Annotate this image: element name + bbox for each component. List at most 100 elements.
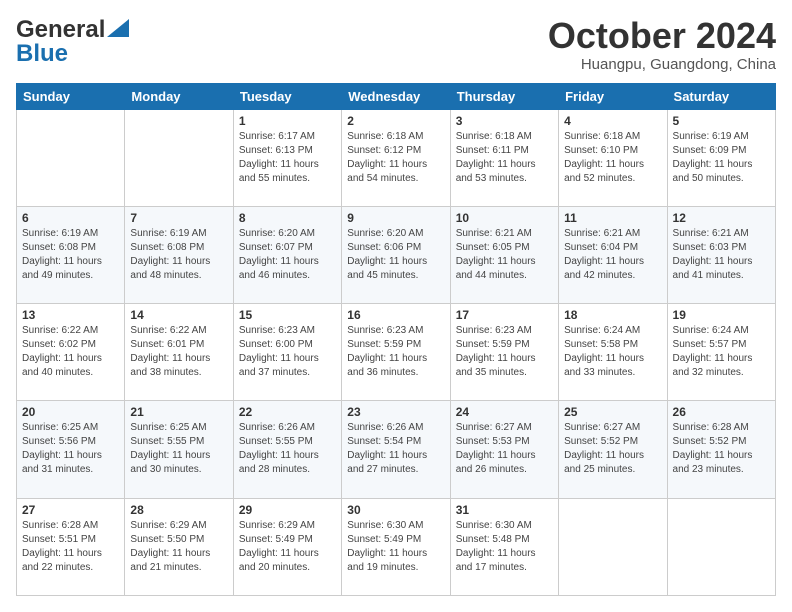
day-info: Sunrise: 6:21 AMSunset: 6:05 PMDaylight:…: [456, 227, 553, 283]
month-title: October 2024: [548, 16, 776, 56]
calendar-cell: 26 Sunrise: 6:28 AMSunset: 5:52 PMDayligh…: [667, 401, 775, 498]
calendar-cell: 27 Sunrise: 6:28 AMSunset: 5:51 PMDayligh…: [17, 498, 125, 595]
calendar-cell: 6 Sunrise: 6:19 AMSunset: 6:08 PMDaylight…: [17, 206, 125, 303]
calendar-cell: 22Sunrise: 6:26 AMSunset: 5:55 PMDayligh…: [233, 401, 341, 498]
day-number: 3: [456, 114, 553, 128]
day-header-tuesday: Tuesday: [233, 83, 341, 109]
day-number: 19: [673, 308, 770, 322]
day-number: 10: [456, 211, 553, 225]
day-info: Sunrise: 6:18 AMSunset: 6:12 PMDaylight:…: [347, 130, 444, 186]
day-header-friday: Friday: [559, 83, 667, 109]
calendar-week-2: 6 Sunrise: 6:19 AMSunset: 6:08 PMDaylight…: [17, 206, 776, 303]
calendar-cell: 15 Sunrise: 6:23 AMSunset: 6:00 PMDayligh…: [233, 304, 341, 401]
day-info: Sunrise: 6:18 AMSunset: 6:11 PMDaylight:…: [456, 130, 553, 186]
calendar-week-1: 1 Sunrise: 6:17 AMSunset: 6:13 PMDaylight…: [17, 109, 776, 206]
calendar-cell: [17, 109, 125, 206]
calendar-cell: 4Sunrise: 6:18 AMSunset: 6:10 PMDaylight…: [559, 109, 667, 206]
day-info: Sunrise: 6:22 AMSunset: 6:01 PMDaylight:…: [130, 324, 227, 380]
day-info: Sunrise: 6:22 AMSunset: 6:02 PMDaylight:…: [22, 324, 119, 380]
day-info: Sunrise: 6:19 AMSunset: 6:08 PMDaylight:…: [22, 227, 119, 283]
calendar-cell: 17Sunrise: 6:23 AMSunset: 5:59 PMDayligh…: [450, 304, 558, 401]
day-number: 2: [347, 114, 444, 128]
day-info: Sunrise: 6:20 AMSunset: 6:07 PMDaylight:…: [239, 227, 336, 283]
calendar-cell: 2 Sunrise: 6:18 AMSunset: 6:12 PMDaylight…: [342, 109, 450, 206]
day-info: Sunrise: 6:25 AMSunset: 5:55 PMDaylight:…: [130, 421, 227, 477]
day-info: Sunrise: 6:17 AMSunset: 6:13 PMDaylight:…: [239, 130, 336, 186]
day-info: Sunrise: 6:19 AMSunset: 6:08 PMDaylight:…: [130, 227, 227, 283]
calendar-cell: [559, 498, 667, 595]
day-number: 20: [22, 405, 119, 419]
calendar-cell: 7Sunrise: 6:19 AMSunset: 6:08 PMDaylight…: [125, 206, 233, 303]
day-info: Sunrise: 6:27 AMSunset: 5:53 PMDaylight:…: [456, 421, 553, 477]
day-header-saturday: Saturday: [667, 83, 775, 109]
calendar-cell: 21 Sunrise: 6:25 AMSunset: 5:55 PMDayligh…: [125, 401, 233, 498]
calendar-cell: 23 Sunrise: 6:26 AMSunset: 5:54 PMDayligh…: [342, 401, 450, 498]
day-number: 18: [564, 308, 661, 322]
calendar-cell: 29 Sunrise: 6:29 AMSunset: 5:49 PMDayligh…: [233, 498, 341, 595]
day-info: Sunrise: 6:28 AMSunset: 5:51 PMDaylight:…: [22, 519, 119, 575]
day-header-thursday: Thursday: [450, 83, 558, 109]
logo-text-blue: Blue: [16, 40, 68, 68]
calendar-table: SundayMondayTuesdayWednesdayThursdayFrid…: [16, 83, 776, 596]
calendar-cell: 12 Sunrise: 6:21 AMSunset: 6:03 PMDayligh…: [667, 206, 775, 303]
calendar-cell: 11 Sunrise: 6:21 AMSunset: 6:04 PMDayligh…: [559, 206, 667, 303]
calendar-cell: [667, 498, 775, 595]
day-number: 12: [673, 211, 770, 225]
day-number: 29: [239, 503, 336, 517]
day-number: 23: [347, 405, 444, 419]
calendar-cell: 25 Sunrise: 6:27 AMSunset: 5:52 PMDayligh…: [559, 401, 667, 498]
day-number: 11: [564, 211, 661, 225]
day-number: 9: [347, 211, 444, 225]
day-info: Sunrise: 6:28 AMSunset: 5:52 PMDaylight:…: [673, 421, 770, 477]
calendar-week-4: 20 Sunrise: 6:25 AMSunset: 5:56 PMDayligh…: [17, 401, 776, 498]
day-number: 25: [564, 405, 661, 419]
day-info: Sunrise: 6:26 AMSunset: 5:54 PMDaylight:…: [347, 421, 444, 477]
day-info: Sunrise: 6:30 AMSunset: 5:49 PMDaylight:…: [347, 519, 444, 575]
day-number: 1: [239, 114, 336, 128]
page: General Blue October 2024 Huangpu, Guang…: [0, 0, 792, 612]
day-number: 31: [456, 503, 553, 517]
calendar-cell: 10 Sunrise: 6:21 AMSunset: 6:05 PMDayligh…: [450, 206, 558, 303]
title-section: October 2024 Huangpu, Guangdong, China: [548, 16, 776, 73]
day-number: 13: [22, 308, 119, 322]
logo: General Blue: [16, 16, 129, 68]
calendar-week-5: 27 Sunrise: 6:28 AMSunset: 5:51 PMDayligh…: [17, 498, 776, 595]
calendar-cell: 16 Sunrise: 6:23 AMSunset: 5:59 PMDayligh…: [342, 304, 450, 401]
calendar-cell: 31 Sunrise: 6:30 AMSunset: 5:48 PMDayligh…: [450, 498, 558, 595]
day-number: 27: [22, 503, 119, 517]
calendar-cell: 14Sunrise: 6:22 AMSunset: 6:01 PMDayligh…: [125, 304, 233, 401]
calendar-cell: 30Sunrise: 6:30 AMSunset: 5:49 PMDayligh…: [342, 498, 450, 595]
calendar-cell: 20 Sunrise: 6:25 AMSunset: 5:56 PMDayligh…: [17, 401, 125, 498]
day-number: 5: [673, 114, 770, 128]
calendar-cell: 24Sunrise: 6:27 AMSunset: 5:53 PMDayligh…: [450, 401, 558, 498]
day-info: Sunrise: 6:24 AMSunset: 5:58 PMDaylight:…: [564, 324, 661, 380]
day-number: 6: [22, 211, 119, 225]
day-info: Sunrise: 6:25 AMSunset: 5:56 PMDaylight:…: [22, 421, 119, 477]
calendar-cell: 8 Sunrise: 6:20 AMSunset: 6:07 PMDaylight…: [233, 206, 341, 303]
calendar-cell: 9Sunrise: 6:20 AMSunset: 6:06 PMDaylight…: [342, 206, 450, 303]
day-number: 16: [347, 308, 444, 322]
day-info: Sunrise: 6:30 AMSunset: 5:48 PMDaylight:…: [456, 519, 553, 575]
header: General Blue October 2024 Huangpu, Guang…: [16, 16, 776, 73]
day-number: 22: [239, 405, 336, 419]
day-number: 26: [673, 405, 770, 419]
calendar-cell: 1 Sunrise: 6:17 AMSunset: 6:13 PMDaylight…: [233, 109, 341, 206]
calendar-cell: 13 Sunrise: 6:22 AMSunset: 6:02 PMDayligh…: [17, 304, 125, 401]
day-number: 28: [130, 503, 227, 517]
day-info: Sunrise: 6:23 AMSunset: 6:00 PMDaylight:…: [239, 324, 336, 380]
calendar-cell: 28 Sunrise: 6:29 AMSunset: 5:50 PMDayligh…: [125, 498, 233, 595]
day-info: Sunrise: 6:21 AMSunset: 6:03 PMDaylight:…: [673, 227, 770, 283]
day-number: 15: [239, 308, 336, 322]
day-info: Sunrise: 6:27 AMSunset: 5:52 PMDaylight:…: [564, 421, 661, 477]
day-info: Sunrise: 6:23 AMSunset: 5:59 PMDaylight:…: [347, 324, 444, 380]
calendar-cell: 3 Sunrise: 6:18 AMSunset: 6:11 PMDaylight…: [450, 109, 558, 206]
location: Huangpu, Guangdong, China: [548, 56, 776, 73]
day-info: Sunrise: 6:21 AMSunset: 6:04 PMDaylight:…: [564, 227, 661, 283]
day-info: Sunrise: 6:29 AMSunset: 5:49 PMDaylight:…: [239, 519, 336, 575]
day-info: Sunrise: 6:24 AMSunset: 5:57 PMDaylight:…: [673, 324, 770, 380]
day-header-monday: Monday: [125, 83, 233, 109]
logo-icon: [107, 19, 129, 37]
day-info: Sunrise: 6:29 AMSunset: 5:50 PMDaylight:…: [130, 519, 227, 575]
day-number: 8: [239, 211, 336, 225]
day-number: 21: [130, 405, 227, 419]
